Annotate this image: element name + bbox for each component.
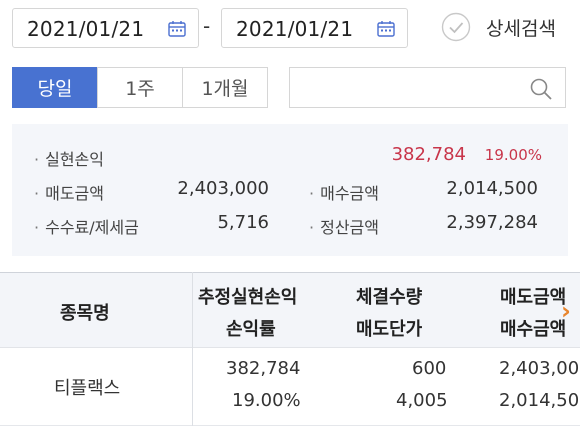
detail-search-checkbox-icon[interactable] [441,12,471,42]
header-pl-rate: 손익률 [226,319,276,340]
header-qty: 체결수량 [356,287,423,308]
calendar-icon[interactable] [168,20,186,37]
calendar-icon[interactable] [377,20,395,37]
tab-1-month[interactable]: 1개월 [182,67,268,108]
settlement-amount-label: · 정산금액 [309,218,379,237]
buy-amount-value: 2,014,500 [446,178,538,199]
sell-amount-value: 2,403,000 [177,178,269,199]
tab-1-week[interactable]: 1주 [97,67,183,108]
settlement-amount-value: 2,397,284 [446,212,538,233]
search-input[interactable] [289,67,566,108]
table-row[interactable]: 티플랙스 382,784 19.00% 600 4,005 2,403,000 … [0,348,580,426]
row-stock-name: 티플랙스 [54,378,121,399]
table-header: 종목명 추정실현손익 손익률 체결수량 매도단가 매도금액 매수금액 › [0,272,580,348]
tab-today[interactable]: 당일 [12,67,98,108]
end-date-value: 2021/01/21 [236,17,354,41]
row-sell-price: 4,005 [396,390,448,411]
row-sell-amount: 2,403,000 [499,358,580,379]
buy-amount-label: · 매수금액 [309,184,379,203]
sell-amount-label: · 매도금액 [34,184,104,203]
start-date-field[interactable]: 2021/01/21 [12,8,199,48]
summary-panel: · 실현손익 382,784 19.00% · 매도금액 2,403,000 · 매수… [12,124,568,256]
row-est-realized-pl: 382,784 [226,358,301,379]
header-sell-price: 매도단가 [356,319,423,340]
realized-pl-label: · 실현손익 [34,150,104,169]
row-buy-amount: 2,014,500 [499,390,580,411]
search-icon[interactable] [529,77,553,101]
row-qty: 600 [412,358,447,379]
chevron-right-icon[interactable]: › [561,297,571,325]
column-divider [192,272,193,426]
start-date-value: 2021/01/21 [27,17,145,41]
fees-taxes-label: · 수수료/제세금 [34,218,139,237]
header-buy-amount: 매수금액 [500,319,567,340]
header-stock-name: 종목명 [60,303,110,324]
end-date-field[interactable]: 2021/01/21 [221,8,408,48]
detail-search-label[interactable]: 상세검색 [486,14,556,41]
header-sell-amount: 매도금액 [500,287,567,308]
row-pl-rate: 19.00% [232,390,301,411]
header-est-realized-pl: 추정실현손익 [198,287,298,308]
date-range-separator: - [203,14,211,38]
fees-taxes-value: 5,716 [217,212,269,233]
realized-pl-value: 382,784 [391,144,466,165]
realized-pl-rate: 19.00% [484,146,542,164]
